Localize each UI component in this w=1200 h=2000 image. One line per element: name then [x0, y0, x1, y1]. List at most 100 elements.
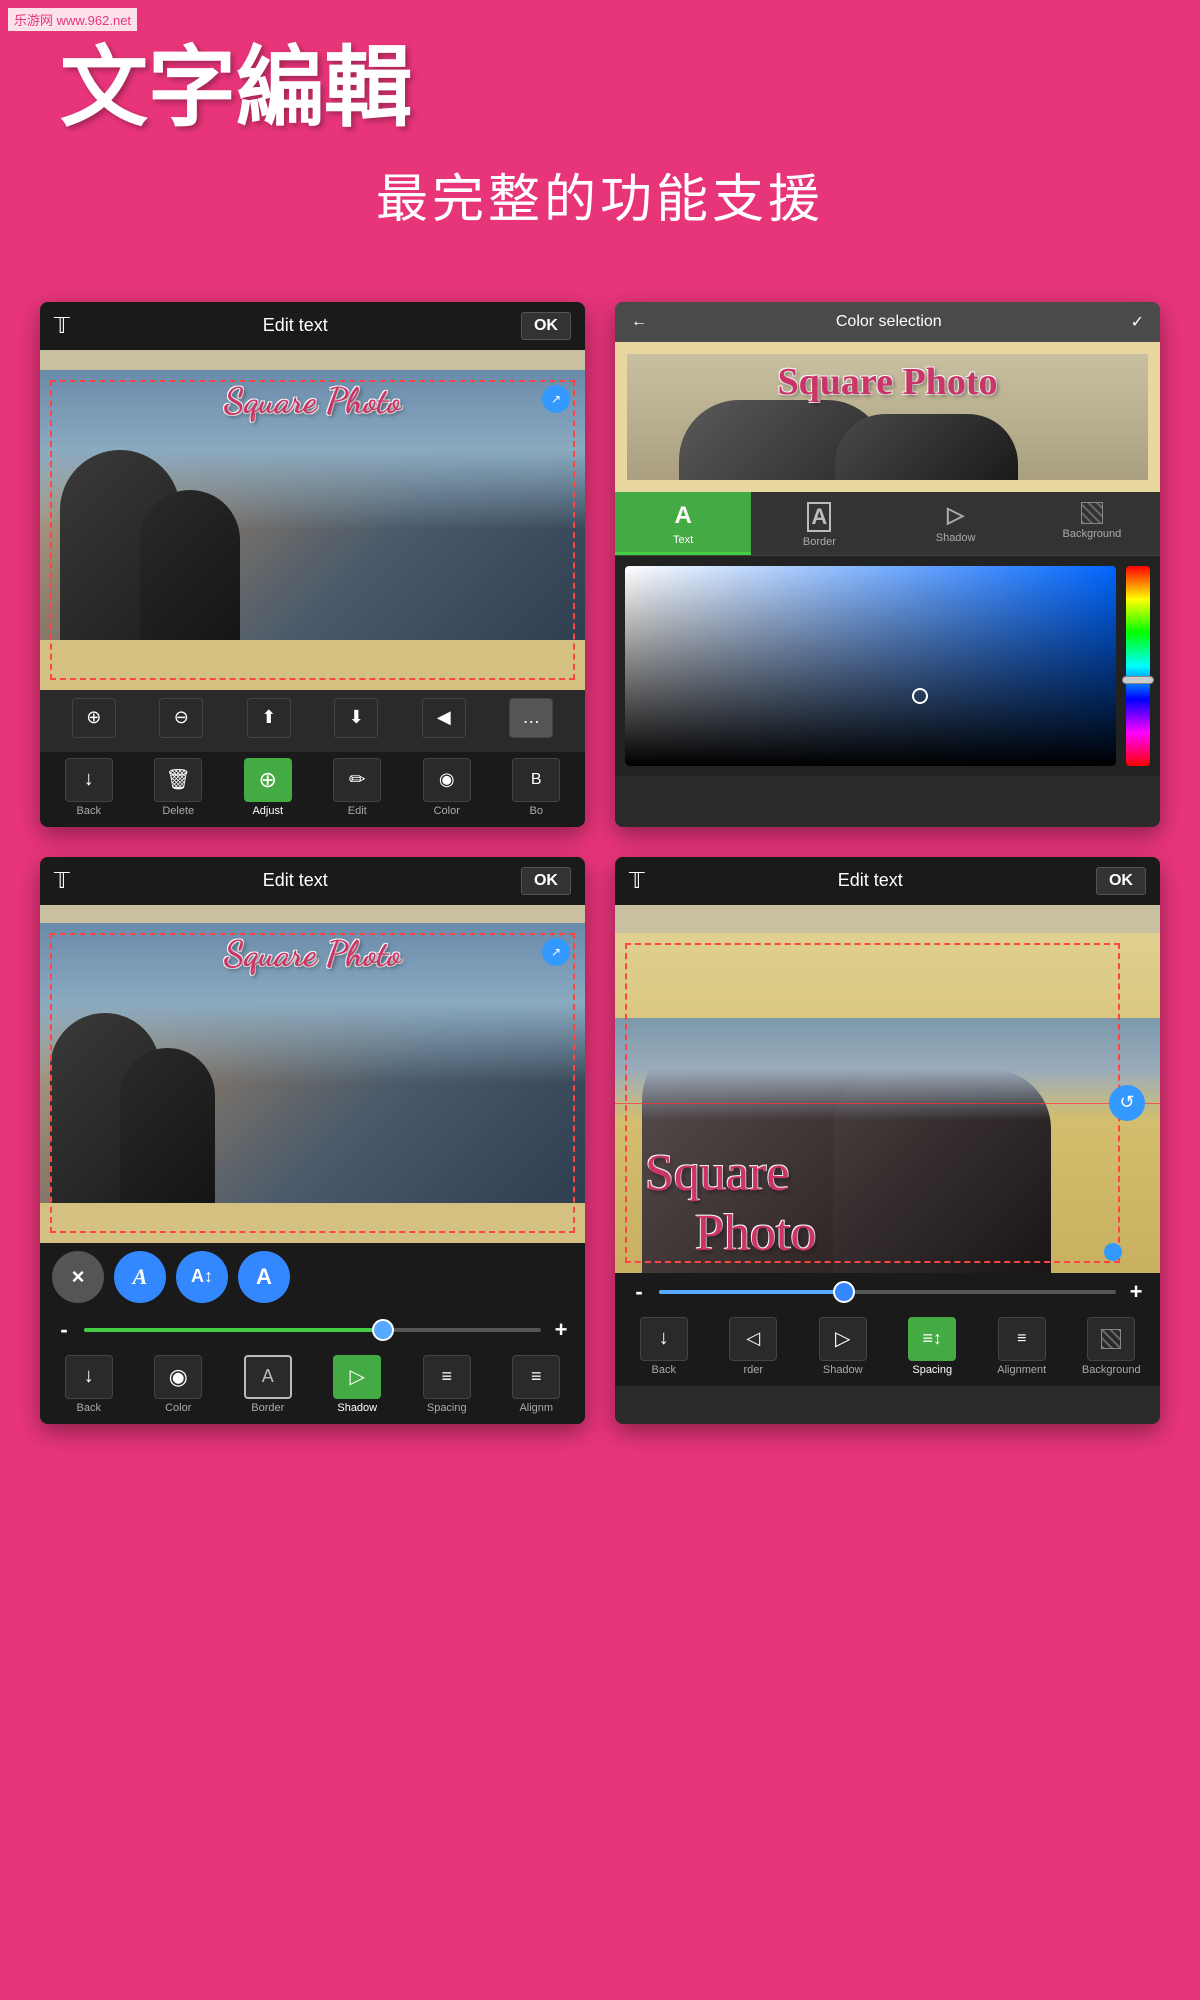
- p4-align-label: Alignment: [997, 1364, 1046, 1376]
- italic-a-tool[interactable]: A: [114, 1251, 166, 1303]
- border-label: Bo: [530, 805, 543, 817]
- tab-background[interactable]: Background: [1024, 492, 1160, 555]
- panel1-edit-btn[interactable]: ✏ Edit: [327, 758, 387, 817]
- panel1-photo-bg: Square Photo ↗: [40, 370, 585, 690]
- p3-shadow-btn[interactable]: ▷ Shadow: [327, 1355, 387, 1414]
- p3-spacing-label: Spacing: [427, 1402, 467, 1414]
- close-text-tool[interactable]: ×: [52, 1251, 104, 1303]
- panel-3-text-format: 𝕋 Edit text OK Square Photo ↗ × A A↕: [40, 857, 585, 1424]
- p3-color-label: Color: [165, 1402, 191, 1414]
- panel1-bottom-nav: ↓ Back 🗑 Delete ⊕ Adjust ✏ Edit ◉ Color …: [40, 752, 585, 827]
- p4-spacing-btn[interactable]: ≡↕ Spacing: [902, 1317, 962, 1376]
- back-icon: ↓: [65, 758, 113, 802]
- panel3-text-tools: × A A↕ A: [40, 1243, 585, 1311]
- panel1-title: Edit text: [263, 315, 328, 336]
- p4-border-icon: ◁: [729, 1317, 777, 1361]
- main-title: 文字編輯: [60, 40, 1140, 137]
- tab-shadow[interactable]: ▷ Shadow: [888, 492, 1024, 555]
- color-gradient[interactable]: [625, 566, 1116, 766]
- p4-slider-minus[interactable]: -: [627, 1279, 651, 1305]
- p4-spacing-label: Spacing: [912, 1364, 952, 1376]
- p4-align-btn[interactable]: ≡ Alignment: [992, 1317, 1052, 1376]
- panel2-preview: Square Photo: [615, 342, 1160, 492]
- p4-border-btn[interactable]: ◁ rder: [723, 1317, 783, 1376]
- slider-thumb[interactable]: [372, 1319, 394, 1341]
- panel3-ok-button[interactable]: OK: [521, 867, 571, 895]
- panel1-topbar: 𝕋 Edit text OK: [40, 302, 585, 350]
- move-down-icon[interactable]: ⬇: [334, 698, 378, 738]
- move-up-icon[interactable]: ⬆: [247, 698, 291, 738]
- panel2-script-text: Square Photo: [778, 360, 998, 404]
- panel2-title: Color selection: [836, 313, 942, 331]
- hue-slider[interactable]: [1122, 676, 1154, 684]
- panel1-script-text: Square Photo: [224, 380, 401, 423]
- p3-align-btn[interactable]: ≡ Alignm: [506, 1355, 566, 1414]
- p3-border-label: Border: [251, 1402, 284, 1414]
- panel4-script-text1: Square: [645, 1144, 789, 1203]
- p4-slider-track[interactable]: [659, 1290, 1116, 1294]
- p4-back-btn[interactable]: ↓ Back: [634, 1317, 694, 1376]
- p3-border-btn[interactable]: A Border: [238, 1355, 298, 1414]
- p4-align-icon: ≡: [998, 1317, 1046, 1361]
- adjust-icon: ⊕: [244, 758, 292, 802]
- p4-hatch-icon: [1101, 1329, 1121, 1349]
- panel1-color-btn[interactable]: ◉ Color: [417, 758, 477, 817]
- color-gradient-overlay: [625, 566, 1116, 766]
- p3-shadow-label: Shadow: [337, 1402, 377, 1414]
- color-cursor[interactable]: [912, 688, 928, 704]
- panel2-topbar: ← Color selection ✓: [615, 302, 1160, 342]
- color-icon: ◉: [423, 758, 471, 802]
- panel4-title: Edit text: [838, 870, 903, 891]
- plain-a-tool[interactable]: A: [238, 1251, 290, 1303]
- p4-shadow-btn[interactable]: ▷ Shadow: [813, 1317, 873, 1376]
- panel1-back-btn[interactable]: ↓ Back: [59, 758, 119, 817]
- p4-background-icon: [1087, 1317, 1135, 1361]
- slider-track[interactable]: [84, 1328, 541, 1332]
- panel1-bottom-cream: [40, 640, 585, 690]
- p3-spacing-btn[interactable]: ≡ Spacing: [417, 1355, 477, 1414]
- move-left-icon[interactable]: ◀: [422, 698, 466, 738]
- p3-spacing-icon: ≡: [423, 1355, 471, 1399]
- panel2-check[interactable]: ✓: [1131, 312, 1144, 332]
- panel1-icon-row: ⊕ ⊖ ⬆ ⬇ ◀ …: [40, 690, 585, 746]
- panel4-bottom-nav: ↓ Back ◁ rder ▷ Shadow ≡↕ Spacing ≡ Alig…: [615, 1311, 1160, 1386]
- panel2-preview-bg: Square Photo: [627, 354, 1148, 480]
- p3-align-icon: ≡: [512, 1355, 560, 1399]
- tab-text[interactable]: A Text: [615, 492, 751, 555]
- tab-text-label: Text: [673, 534, 693, 546]
- slider-minus[interactable]: -: [52, 1317, 76, 1343]
- panel1-ok-button[interactable]: OK: [521, 312, 571, 340]
- panel2-back-arrow[interactable]: ←: [631, 313, 647, 331]
- p4-back-label: Back: [652, 1364, 676, 1376]
- tab-border[interactable]: A Border: [751, 492, 887, 555]
- tab-border-label: Border: [803, 536, 836, 548]
- panel1-border-btn[interactable]: B Bo: [506, 758, 566, 817]
- more-icon[interactable]: …: [509, 698, 553, 738]
- panel4-anchor[interactable]: [1104, 1243, 1122, 1261]
- p4-slider-plus[interactable]: +: [1124, 1279, 1148, 1305]
- panel4-topbar: 𝕋 Edit text OK: [615, 857, 1160, 905]
- panel1-delete-btn[interactable]: 🗑 Delete: [148, 758, 208, 817]
- zoom-in-icon[interactable]: ⊕: [72, 698, 116, 738]
- p4-slider-thumb[interactable]: [833, 1281, 855, 1303]
- panel1-adjust-btn[interactable]: ⊕ Adjust: [238, 758, 298, 817]
- p3-color-btn[interactable]: ◉ Color: [148, 1355, 208, 1414]
- panel4-ok-button[interactable]: OK: [1096, 867, 1146, 895]
- panel3-bottom-nav: ↓ Back ◉ Color A Border ▷ Shadow ≡ Spaci…: [40, 1349, 585, 1424]
- p4-background-btn[interactable]: Background: [1081, 1317, 1141, 1376]
- zoom-out-icon[interactable]: ⊖: [159, 698, 203, 738]
- size-a-tool[interactable]: A↕: [176, 1251, 228, 1303]
- p4-background-label: Background: [1082, 1364, 1141, 1376]
- panel4-rotate-handle[interactable]: ↺: [1109, 1085, 1145, 1121]
- color-hue-bar[interactable]: [1126, 566, 1150, 766]
- p3-back-btn[interactable]: ↓ Back: [59, 1355, 119, 1414]
- panel1-resize-handle[interactable]: ↗: [542, 385, 570, 413]
- panel3-photo-area: Square Photo ↗: [40, 923, 585, 1243]
- panel3-top-strip: [40, 905, 585, 923]
- panel3-resize-handle[interactable]: ↗: [542, 938, 570, 966]
- slider-plus[interactable]: +: [549, 1317, 573, 1343]
- panel3-topbar: 𝕋 Edit text OK: [40, 857, 585, 905]
- panel2-color-picker: [615, 556, 1160, 776]
- edit-icon: ✏: [333, 758, 381, 802]
- tab-border-icon: A: [807, 502, 831, 532]
